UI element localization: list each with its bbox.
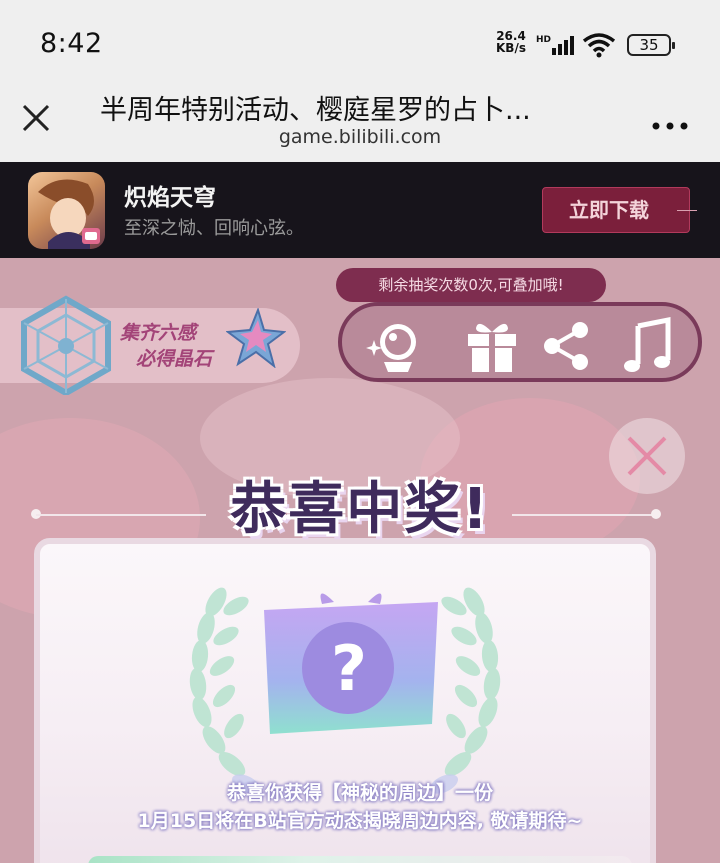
- app-download-banner: 炽焰天穹 至深之恸、回响心弦。 立即下载: [0, 162, 720, 258]
- app-slogan: 至深之恸、回响心弦。: [124, 218, 304, 239]
- browser-title-bar: 半周年特别活动、樱庭星罗的占卜... game.bilibili.com: [0, 88, 720, 162]
- network-speed-unit: KB/s: [496, 41, 526, 55]
- more-options-icon[interactable]: [652, 116, 688, 135]
- title-line-dot: [651, 509, 661, 519]
- hexagon-emblem-icon: [20, 295, 112, 399]
- mystery-question-mark: ?: [331, 632, 367, 705]
- hd-badge: HD: [536, 35, 551, 45]
- gift-icon[interactable]: [462, 316, 522, 372]
- battery-level: 35: [639, 36, 659, 54]
- popup-title: 恭喜中奖!: [230, 477, 490, 542]
- popup-close-button[interactable]: [609, 418, 685, 494]
- prize-reveal-note: 1月15日将在B站官方动态揭晓周边内容, 敬请期待~: [137, 810, 583, 832]
- six-senses-text: 集齐六感 必得晶石: [120, 320, 212, 372]
- crystal-star-icon: [225, 306, 287, 372]
- app-name: 炽焰天穹: [124, 185, 216, 211]
- page-title: 半周年特别活动、樱庭星罗的占卜...: [100, 95, 531, 126]
- six-senses-line2: 必得晶石: [136, 348, 213, 370]
- page-domain: game.bilibili.com: [278, 126, 442, 148]
- wifi-icon: [582, 32, 616, 62]
- status-time: 8:42: [40, 28, 103, 59]
- title-divider-right: [512, 514, 656, 516]
- status-bar: 8:42 26.4 KB/s HD 35: [0, 0, 720, 88]
- activity-toolbar: [338, 302, 702, 382]
- draw-chances-bubble: 剩余抽奖次数0次,可叠加哦!: [336, 268, 606, 309]
- music-icon[interactable]: [618, 316, 678, 372]
- title-divider-left: [36, 514, 206, 516]
- download-button[interactable]: 立即下载: [542, 187, 697, 233]
- prize-message: 恭喜你获得【神秘的周边】一份: [226, 782, 493, 804]
- game-area: 剩余抽奖次数0次,可叠加哦! 集齐六感 必得晶石 ? 恭喜中奖! 恭喜你获得【神…: [0, 258, 720, 863]
- crystal-ball-icon[interactable]: [366, 316, 426, 372]
- app-icon: [28, 172, 105, 249]
- battery-icon: 35: [627, 34, 675, 56]
- network-speed: 26.4 KB/s: [496, 30, 526, 54]
- share-icon[interactable]: [538, 316, 598, 372]
- six-senses-line1: 集齐六感: [120, 322, 197, 344]
- confirm-button[interactable]: [88, 856, 632, 863]
- signal-icon: HD: [536, 34, 576, 60]
